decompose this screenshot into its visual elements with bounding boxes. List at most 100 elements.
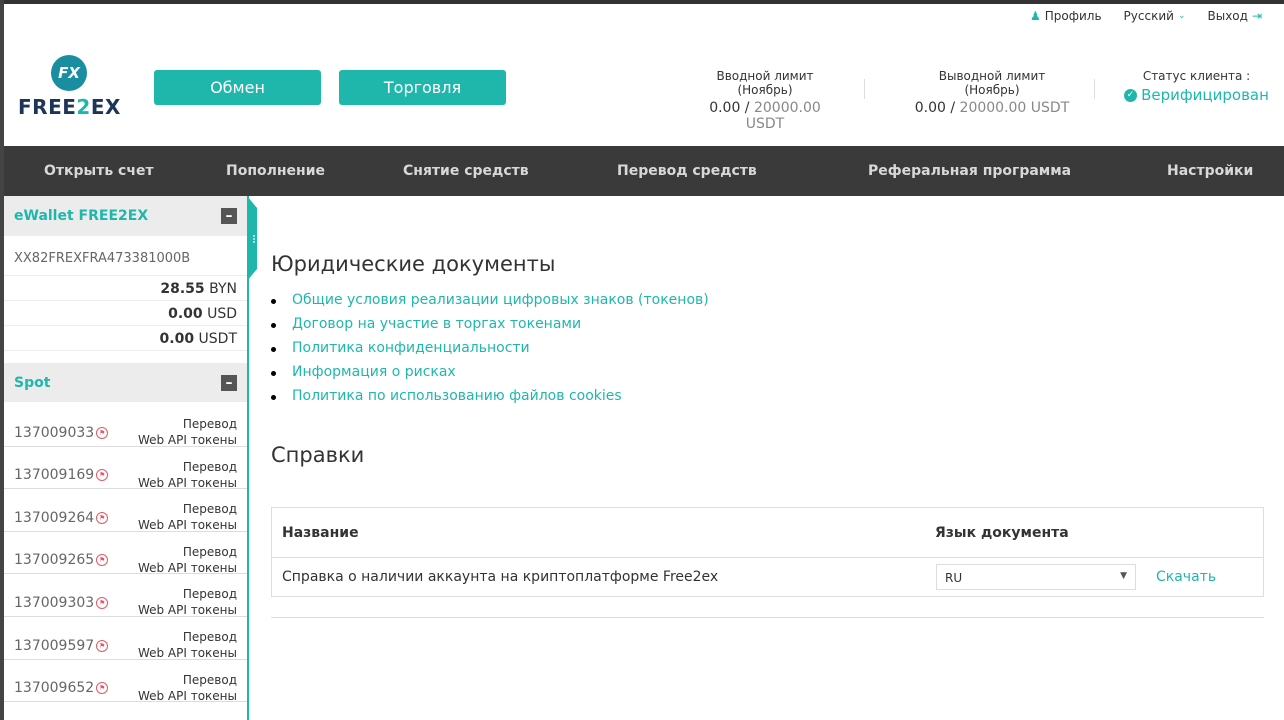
flag-icon: ⚑ [96, 511, 109, 524]
nav-open-account[interactable]: Открыть счет [44, 163, 154, 179]
spot-title: Spot [14, 374, 51, 391]
logout-label: Выход [1207, 9, 1248, 23]
profile-link[interactable]: ♟ Профиль [1030, 9, 1102, 23]
flag-icon: ⚑ [96, 596, 109, 609]
user-icon: ♟ [1029, 9, 1041, 23]
api-tokens-link[interactable]: Web API токены [138, 645, 237, 661]
spot-account-id[interactable]: 137009169 ⚑ [14, 467, 109, 483]
api-tokens-link[interactable]: Web API токены [138, 432, 237, 448]
spot-links: Перевод Web API токены [138, 416, 237, 448]
transfer-link[interactable]: Перевод [138, 672, 237, 688]
legal-doc-link[interactable]: Договор на участие в торгах токенами [271, 316, 709, 340]
legal-docs-list: Общие условия реализации цифровых знаков… [271, 292, 709, 412]
language-label: Русский [1123, 9, 1174, 23]
column-header-language: Язык документа [935, 525, 1069, 541]
flag-icon: ⚑ [96, 469, 109, 482]
balance-row: 0.00 USDT [4, 326, 247, 351]
status-value: Верифицирован [1141, 86, 1269, 104]
legal-doc-link[interactable]: Информация о рисках [271, 364, 709, 388]
nav-withdraw[interactable]: Снятие средств [403, 163, 529, 179]
list-item: 137009652 ⚑ Перевод Web API токены [4, 660, 247, 703]
deposit-limit-value: 0.00 / 20000.00 USDT [709, 100, 821, 132]
transfer-link[interactable]: Перевод [138, 586, 237, 602]
nav-transfer[interactable]: Перевод средств [617, 163, 757, 179]
api-tokens-link[interactable]: Web API токены [138, 688, 237, 704]
sidebar: eWallet FREE2EX – XX82FREXFRA473381000B … [4, 196, 249, 720]
column-header-name: Название [282, 525, 359, 541]
divider [1094, 79, 1095, 99]
transfer-link[interactable]: Перевод [138, 544, 237, 560]
list-item: 137009033 ⚑ Перевод Web API токены [4, 404, 247, 447]
cert-name: Справка о наличии аккаунта на криптоплат… [282, 569, 719, 585]
collapse-spot-button[interactable]: – [221, 374, 237, 391]
flag-icon: ⚑ [96, 426, 109, 439]
trade-button[interactable]: Торговля [339, 70, 506, 105]
list-item: 137009597 ⚑ Перевод Web API токены [4, 617, 247, 660]
spot-links: Перевод Web API токены [138, 501, 237, 533]
language-select[interactable]: Русский ⌄ [1124, 9, 1186, 23]
certificates-table: Название Язык документа Справка о наличи… [271, 507, 1264, 597]
sidebar-resize-handle[interactable] [247, 196, 261, 281]
table-header: Название Язык документа [272, 508, 1263, 558]
withdraw-limit: Выводной лимит (Ноябрь) 0.00 / 20000.00 … [912, 69, 1072, 116]
download-link[interactable]: Скачать [1156, 569, 1216, 585]
nav-settings[interactable]: Настройки [1167, 163, 1253, 179]
top-links: ♟ Профиль Русский ⌄ Выход ⇥ [1030, 9, 1262, 23]
collapse-ewallet-button[interactable]: – [221, 208, 237, 224]
api-tokens-link[interactable]: Web API токены [138, 517, 237, 533]
top-bar: ♟ Профиль Русский ⌄ Выход ⇥ [0, 0, 1284, 31]
spot-links: Перевод Web API токены [138, 586, 237, 618]
spot-links: Перевод Web API токены [138, 459, 237, 491]
withdraw-limit-value: 0.00 / 20000.00 USDT [914, 100, 1070, 116]
api-tokens-link[interactable]: Web API токены [138, 560, 237, 576]
transfer-link[interactable]: Перевод [138, 629, 237, 645]
client-status: Статус клиента : ✓ Верифицирован [1124, 69, 1269, 104]
spot-account-id[interactable]: 137009652 ⚑ [14, 680, 109, 696]
language-dropdown[interactable]: RU ▼ [936, 564, 1136, 590]
spot-account-id[interactable]: 137009265 ⚑ [14, 552, 109, 568]
transfer-link[interactable]: Перевод [138, 501, 237, 517]
nav-referral[interactable]: Реферальная программа [868, 163, 1071, 179]
nav-deposit[interactable]: Пополнение [226, 163, 325, 179]
legal-doc-link[interactable]: Политика по использованию файлов cookies [271, 388, 709, 412]
chevron-down-icon: ⌄ [1177, 11, 1186, 21]
spot-header: Spot – [4, 363, 247, 402]
spot-links: Перевод Web API токены [138, 629, 237, 661]
spot-account-id[interactable]: 137009264 ⚑ [14, 510, 109, 526]
logout-icon: ⇥ [1251, 9, 1262, 23]
certificates-title: Справки [271, 443, 365, 467]
api-tokens-link[interactable]: Web API токены [138, 475, 237, 491]
api-tokens-link[interactable]: Web API токены [138, 602, 237, 618]
transfer-link[interactable]: Перевод [138, 416, 237, 432]
legal-doc-link[interactable]: Общие условия реализации цифровых знаков… [271, 292, 709, 316]
profile-label: Профиль [1044, 9, 1102, 23]
legal-docs-title: Юридические документы [271, 252, 556, 276]
deposit-limit-label: Вводной лимит (Ноябрь) [716, 69, 814, 97]
table-row: Справка о наличии аккаунта на криптоплат… [272, 558, 1263, 596]
logout-link[interactable]: Выход ⇥ [1207, 9, 1262, 23]
main-nav: Открыть счет Пополнение Снятие средств П… [4, 146, 1284, 196]
spot-account-id[interactable]: 137009597 ⚑ [14, 638, 109, 654]
spot-list: 137009033 ⚑ Перевод Web API токены 1370091… [4, 404, 247, 703]
header: FX FREE2EX Обмен Торговля Вводной лимит … [4, 31, 1284, 146]
exchange-button[interactable]: Обмен [154, 70, 321, 105]
spot-links: Перевод Web API токены [138, 544, 237, 576]
transfer-link[interactable]: Перевод [138, 459, 237, 475]
list-item: 137009264 ⚑ Перевод Web API токены [4, 489, 247, 532]
logo[interactable]: FX FREE2EX [18, 55, 120, 119]
list-item: 137009265 ⚑ Перевод Web API токены [4, 532, 247, 575]
flag-icon: ⚑ [96, 639, 109, 652]
spot-account-id[interactable]: 137009033 ⚑ [14, 425, 109, 441]
logo-mark: FX [51, 55, 87, 91]
list-item: 137009169 ⚑ Перевод Web API токены [4, 447, 247, 490]
check-icon: ✓ [1124, 88, 1138, 102]
divider [864, 79, 865, 99]
ewallet-title: eWallet FREE2EX [14, 208, 149, 224]
spot-account-id[interactable]: 137009303 ⚑ [14, 595, 109, 611]
deposit-limit: Вводной лимит (Ноябрь) 0.00 / 20000.00 U… [690, 69, 840, 132]
withdraw-limit-label: Выводной лимит (Ноябрь) [938, 69, 1046, 97]
legal-doc-link[interactable]: Политика конфиденциальности [271, 340, 709, 364]
chevron-down-icon: ▼ [1120, 571, 1127, 581]
flag-icon: ⚑ [96, 682, 109, 695]
spot-links: Перевод Web API токены [138, 672, 237, 704]
